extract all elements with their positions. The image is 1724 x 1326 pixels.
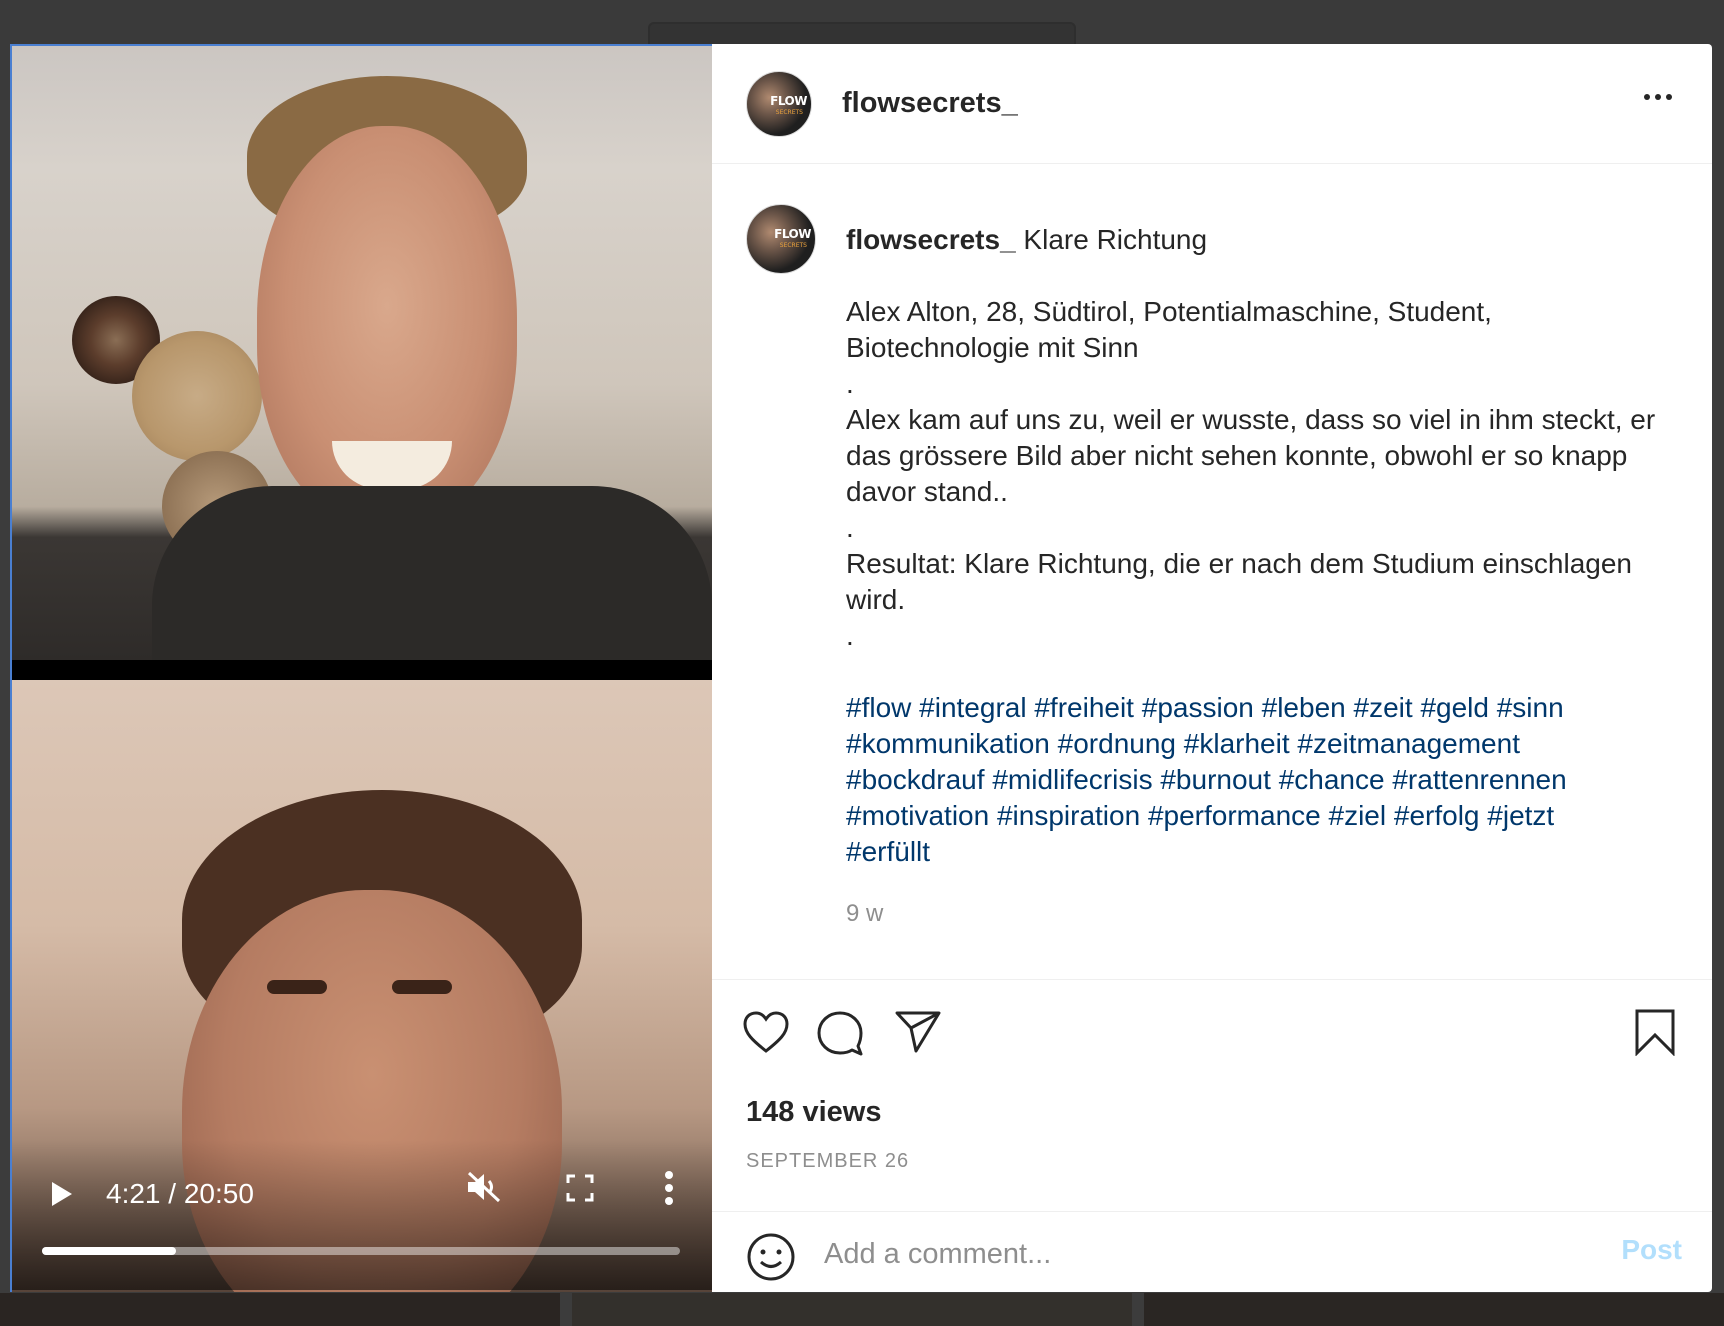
hashtag-link[interactable]: #ziel	[1329, 800, 1387, 831]
view-count[interactable]: 148 views	[746, 1096, 881, 1129]
hashtag-link[interactable]: #rattenrennen	[1392, 764, 1566, 795]
hashtag-link[interactable]: #erfolg	[1394, 800, 1480, 831]
avatar-logo-text: FLOW	[770, 93, 807, 108]
video-time: 4:21 / 20:50	[106, 1178, 254, 1209]
post-time-ago[interactable]: 9 w	[846, 896, 1686, 932]
shirt	[152, 486, 712, 660]
volume-muted-icon[interactable]	[466, 1171, 502, 1203]
hashtag-line: #kommunikation #ordnung #klarheit #zeitm…	[846, 726, 1686, 762]
video-feed-top	[12, 46, 712, 660]
more-vertical-icon[interactable]	[664, 1170, 674, 1206]
caption-line: wird.	[846, 584, 906, 615]
caption-line: .	[846, 512, 854, 543]
avatar[interactable]: FLOW SECRETS	[746, 70, 812, 137]
caption-line: Resultat: Klare Richtung, die er nach de…	[846, 548, 1632, 579]
hashtag-link[interactable]: #zeit	[1354, 692, 1413, 723]
hashtag-link[interactable]: #flow	[846, 692, 911, 723]
hashtag-link[interactable]: #sinn	[1497, 692, 1564, 723]
avatar-logo-text: FLOW	[774, 227, 811, 241]
header-username[interactable]: flowsecrets_	[842, 87, 1018, 120]
caption-line: Alex Alton, 28, Südtirol, Potentialmasch…	[846, 296, 1492, 327]
post-header: FLOW SECRETS flowsecrets_	[712, 44, 1712, 164]
avatar-logo-subtext: SECRETS	[775, 108, 803, 116]
post-date: SEPTEMBER 26	[746, 1150, 910, 1172]
post-comment-button[interactable]: Post	[1621, 1234, 1682, 1266]
hashtag-link[interactable]: #passion	[1142, 692, 1254, 723]
hashtag-link[interactable]: #leben	[1262, 692, 1346, 723]
caption-text: Alex Alton, 28, Südtirol, Potentialmasch…	[846, 294, 1686, 654]
hashtag-link[interactable]: #midlifecrisis	[992, 764, 1152, 795]
hashtag-line: #motivation #inspiration #performance #z…	[846, 798, 1686, 834]
post-details-panel: FLOW SECRETS flowsecrets_ FLOW SECRETS f…	[712, 44, 1712, 1292]
caption-line: .	[846, 620, 854, 651]
bookmark-icon[interactable]	[1634, 1008, 1676, 1056]
hashtag-link[interactable]: #klarheit	[1184, 728, 1290, 759]
caption-avatar[interactable]: FLOW SECRETS	[746, 204, 816, 274]
hashtag-line: #bockdrauf #midlifecrisis #burnout #chan…	[846, 762, 1686, 798]
fullscreen-icon[interactable]	[566, 1174, 594, 1202]
caption-hashtags: #flow #integral #freiheit #passion #lebe…	[846, 690, 1686, 870]
post-actions: 148 views SEPTEMBER 26	[712, 980, 1712, 1212]
hashtag-link[interactable]: #chance	[1279, 764, 1385, 795]
comment-input[interactable]	[824, 1232, 1564, 1276]
play-icon[interactable]	[52, 1182, 72, 1206]
caption-line: Alex kam auf uns zu, weil er wusste, das…	[846, 404, 1656, 435]
avatar-logo-subtext: SECRETS	[779, 242, 807, 249]
video-progress-bar[interactable]	[42, 1247, 680, 1255]
hashtag-link[interactable]: #inspiration	[997, 800, 1140, 831]
paper-plane-icon[interactable]	[894, 1010, 942, 1054]
hashtag-line: #flow #integral #freiheit #passion #lebe…	[846, 690, 1686, 726]
caption-line: Biotechnologie mit Sinn	[846, 332, 1139, 363]
hashtag-link[interactable]: #freiheit	[1034, 692, 1134, 723]
hashtag-link[interactable]: #motivation	[846, 800, 989, 831]
smiley-icon[interactable]	[746, 1232, 796, 1282]
video-progress-fill	[42, 1247, 176, 1255]
caption-line: das grössere Bild aber nicht sehen konnt…	[846, 440, 1628, 471]
more-horizontal-icon[interactable]	[1644, 94, 1672, 100]
hashtag-link[interactable]: #geld	[1420, 692, 1489, 723]
caption-line: davor stand..	[846, 476, 1008, 507]
post-modal: 4:21 / 20:50 FLOW SECRETS flowsecrets_ F…	[10, 44, 1712, 1292]
background-thumbnails	[0, 1293, 1724, 1326]
hashtag-link[interactable]: #erfüllt	[846, 836, 930, 867]
caption-title: Klare Richtung	[1023, 224, 1208, 255]
caption-line: .	[846, 368, 854, 399]
video-player[interactable]: 4:21 / 20:50	[10, 44, 712, 1292]
hashtag-link[interactable]: #burnout	[1160, 764, 1271, 795]
caption-username[interactable]: flowsecrets_	[846, 224, 1016, 255]
hashtag-link[interactable]: #kommunikation	[846, 728, 1050, 759]
hashtag-link[interactable]: #zeitmanagement	[1297, 728, 1520, 759]
hashtag-link[interactable]: #performance	[1148, 800, 1321, 831]
caption-area: FLOW SECRETS flowsecrets_ Klare Richtung…	[712, 164, 1712, 980]
comment-bar: Post	[712, 1212, 1712, 1292]
comment-bubble-icon[interactable]	[816, 1010, 864, 1056]
caption-body: flowsecrets_ Klare Richtung Alex Alton, …	[846, 222, 1686, 932]
hashtag-link[interactable]: #bockdrauf	[846, 764, 985, 795]
heart-icon[interactable]	[742, 1010, 790, 1054]
hashtag-line: #erfüllt	[846, 834, 1686, 870]
video-controls-overlay	[12, 1140, 712, 1290]
hashtag-link[interactable]: #integral	[919, 692, 1026, 723]
hashtag-link[interactable]: #ordnung	[1058, 728, 1176, 759]
hashtag-link[interactable]: #jetzt	[1487, 800, 1554, 831]
